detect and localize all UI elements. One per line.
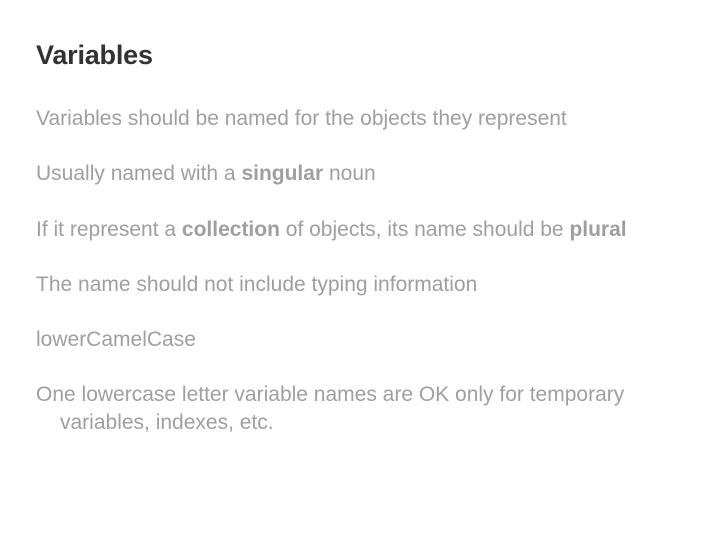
bullet-strong-text: collection (182, 218, 280, 241)
bullet-text: If it represent a (36, 218, 182, 241)
bullet-strong-text: singular (241, 162, 323, 185)
bullet-text: noun (323, 162, 376, 185)
bullet-text: Usually named with a (36, 162, 241, 185)
slide-title: Variables (36, 40, 684, 71)
bullet-strong-text: plural (569, 218, 626, 241)
bullet-text: The name should not include typing infor… (36, 273, 477, 296)
slide-body: Variables should be named for the object… (36, 105, 684, 436)
bullet-item: Usually named with a singular noun (36, 160, 684, 187)
bullet-item: lowerCamelCase (36, 326, 684, 353)
bullet-text: Variables should be named for the object… (36, 107, 567, 130)
bullet-text: One lowercase letter variable names are … (36, 383, 624, 433)
bullet-item: The name should not include typing infor… (36, 271, 684, 298)
bullet-text: lowerCamelCase (36, 328, 196, 351)
bullet-item: Variables should be named for the object… (36, 105, 684, 132)
bullet-text: of objects, its name should be (280, 218, 570, 241)
bullet-item: If it represent a collection of objects,… (36, 216, 684, 243)
slide: Variables Variables should be named for … (0, 0, 720, 540)
bullet-item: One lowercase letter variable names are … (36, 381, 684, 436)
